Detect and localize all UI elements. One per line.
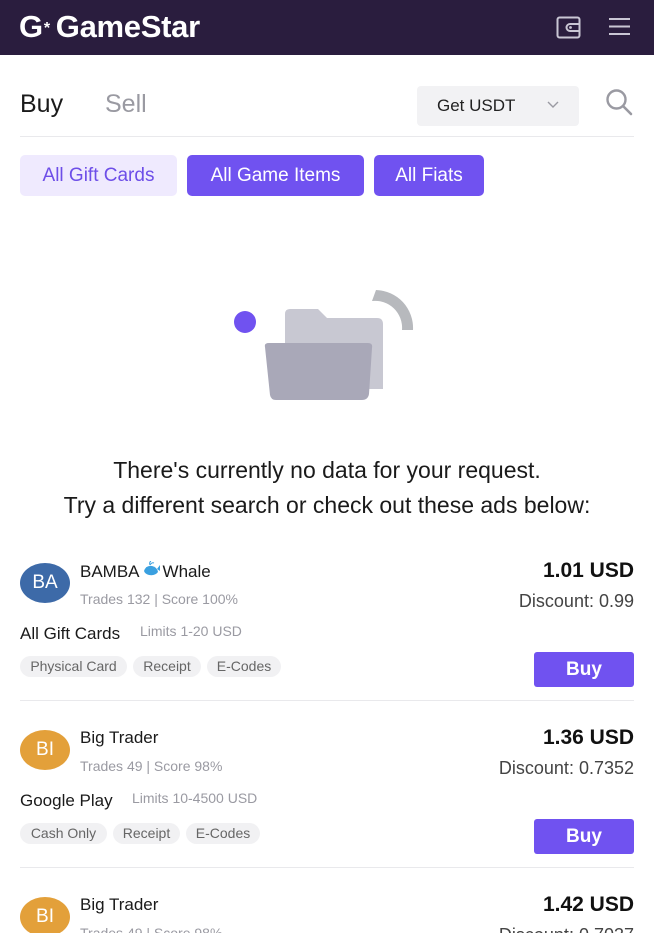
tag-cash-only: Cash Only [20,823,107,844]
empty-message-line1: There's currently no data for your reque… [113,457,541,483]
hamburger-menu-icon[interactable] [607,14,632,39]
logo-name: GameStar [55,9,200,44]
whale-badge-label: Whale [162,562,211,581]
tab-buy[interactable]: Buy [20,89,63,119]
price: 1.36 USD [542,726,634,749]
logo-mark: G [19,9,43,44]
listing-divider [20,700,634,701]
limits: Limits 10-4500 USD [132,790,258,806]
card-type: Google Play [20,791,113,810]
buy-button[interactable]: Buy [534,652,634,687]
empty-message-line2: Try a different search or check out thes… [63,492,591,518]
filter-all-gift-cards[interactable]: All Gift Cards [20,155,177,196]
chevron-down-icon [547,101,559,108]
tabs-divider [20,136,634,137]
tag-physical-card: Physical Card [20,656,127,677]
trader-name-text: BAMBA [80,562,140,581]
card-type: All Gift Cards [20,624,121,643]
logo-star: * [43,20,50,37]
search-icon[interactable] [605,88,633,116]
discount: Discount: 0.99 [518,591,634,611]
whale-icon [143,561,160,576]
trader-stats: Trades 49 | Score 98% [80,758,223,774]
tag-receipt: Receipt [113,823,180,844]
avatar: BI [20,897,70,933]
buy-button[interactable]: Buy [534,819,634,854]
limits: Limits 1-20 USD [140,623,242,639]
discount: Discount: 0.7037 [499,924,634,933]
trader-name[interactable]: Big Trader [80,895,158,915]
tag-e-codes: E-Codes [186,823,260,844]
trader-name[interactable]: BAMBA Whale [80,561,211,582]
filter-all-game-items[interactable]: All Game Items [187,155,364,196]
wallet-icon[interactable] [556,16,581,39]
empty-folder-icon [234,290,414,400]
listing-divider [20,867,634,868]
price: 1.01 USD [542,559,634,582]
tab-sell[interactable]: Sell [105,89,147,119]
tag-e-codes: E-Codes [207,656,281,677]
discount: Discount: 0.7352 [498,758,634,778]
gamestar-logo[interactable]: G* GameStar [19,10,200,44]
top-header: G* GameStar [0,0,654,55]
trader-name[interactable]: Big Trader [80,728,158,748]
currency-select[interactable]: Get USDT [417,86,579,126]
trader-stats: Trades 132 | Score 100% [80,591,238,607]
price: 1.42 USD [542,893,634,916]
currency-select-value: Get USDT [437,96,516,115]
filter-all-fiats[interactable]: All Fiats [374,155,484,196]
trader-stats: Trades 49 | Score 98% [80,925,223,933]
tag-receipt: Receipt [133,656,201,677]
avatar: BI [20,730,70,770]
avatar: BA [20,563,70,603]
